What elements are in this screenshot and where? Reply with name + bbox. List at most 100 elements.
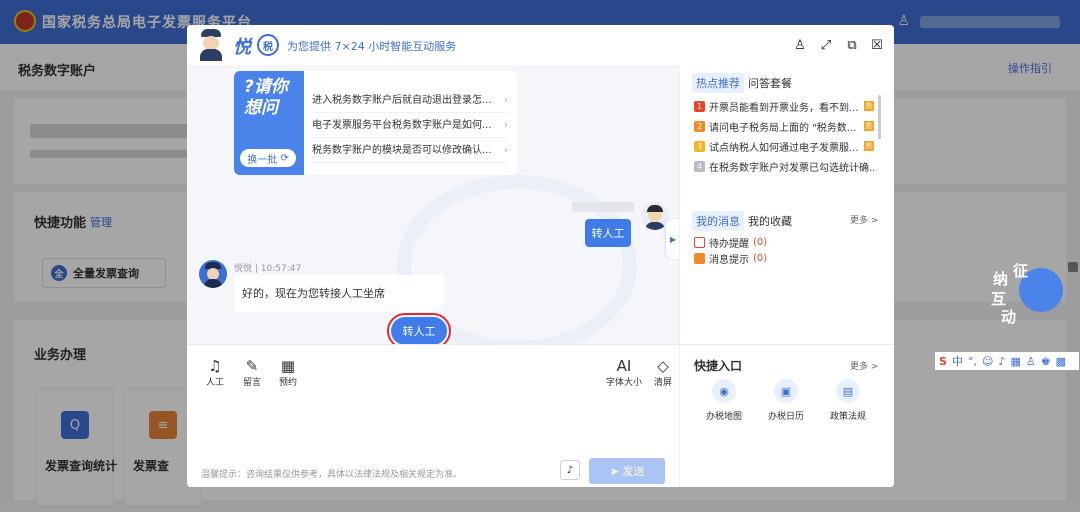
expand-icon[interactable]: ⤢ xyxy=(817,36,835,54)
floating-assistant[interactable]: 征 纳 互 动 xyxy=(985,258,1065,328)
hot-badge-icon: 热 xyxy=(864,121,874,131)
hot-item[interactable]: 3 试点纳税人如何通过电子发票服... 热 xyxy=(694,137,874,155)
quick-entry-map[interactable]: ◉ 办税地图 xyxy=(696,379,752,422)
chevron-right-icon: › xyxy=(504,95,508,106)
quick-entry-policy[interactable]: ▤ 政策法规 xyxy=(820,379,876,422)
brand-name: 悦 xyxy=(233,37,251,58)
hot-item[interactable]: 2 请问电子税务局上面的 "税务数... 热 xyxy=(694,117,874,135)
hot-badge-icon: 热 xyxy=(864,141,874,151)
quick-entry-label: 办税地图 xyxy=(705,412,742,422)
ime-keyboard-icon[interactable]: ▦ xyxy=(1010,355,1020,368)
welcome-big-text: ?请你想问 xyxy=(244,77,288,118)
brand-badge: 税 xyxy=(257,34,279,56)
tab-qa-package[interactable]: 问答套餐 xyxy=(744,73,796,93)
modal-header: 悦 税 为您提供 7×24 小时智能互动服务 ♙ ⤢ ⧉ ☒ xyxy=(187,25,894,65)
quick-entry-title: 快捷入口 xyxy=(694,359,743,373)
hot-text: 开票员能看到开票业务，看不到... xyxy=(709,102,859,114)
bot-meta: 悦悦 | 10:57:47 xyxy=(234,264,302,274)
ime-voice-icon[interactable]: ♪ xyxy=(998,355,1005,368)
notice-icon xyxy=(694,253,705,264)
tool-label: 预约 xyxy=(278,378,297,388)
calendar-icon: ▦ xyxy=(280,357,296,375)
quick-more-link[interactable]: 更多 > xyxy=(850,359,878,372)
float-char: 动 xyxy=(1001,308,1017,326)
question-text: 进入税务数字账户后就自动退出登录怎... xyxy=(312,95,492,106)
hot-text: 请问电子税务局上面的 "税务数... xyxy=(709,122,857,134)
quick-entry-label: 政策法规 xyxy=(829,412,866,422)
tool-label: 字体大小 xyxy=(605,378,642,388)
msg-count: (0) xyxy=(753,237,768,248)
msg-notice[interactable]: 消息提示 (0) xyxy=(694,251,767,266)
ime-toolbar[interactable]: S 中 °, ☺ ♪ ▦ ♙ ♚ ▩ xyxy=(935,352,1079,370)
msg-todo[interactable]: 待办提醒 (0) xyxy=(694,235,767,250)
sidebar-scrollbar[interactable] xyxy=(878,95,881,139)
refresh-label: 换一批 xyxy=(247,154,278,166)
collapse-sidebar-button[interactable]: ▶ xyxy=(666,219,680,259)
chat-area: ?请你想问 换一批 ⟳ 进入税务数字账户后就自动退出登录怎... › 电子发票服务… xyxy=(187,65,679,344)
question-text: 税务数字账户的模块是否可以修改确认... xyxy=(312,145,492,156)
input-area[interactable]: ♫ 人工 ✎ 留言 ▦ 预约 AI 字体大小 ◇ 清屏 温馨提示：咨询结果仅供参… xyxy=(187,344,679,487)
quick-entry-panel: 快捷入口 更多 > ◉ 办税地图 ▣ 办税日历 ▤ 政策法规 xyxy=(679,344,894,487)
ime-menu-icon[interactable]: ▩ xyxy=(1056,355,1066,368)
tool-message[interactable]: ✎ 留言 xyxy=(238,357,266,388)
microphone-icon[interactable]: ♪ xyxy=(560,460,580,480)
welcome-question[interactable]: 进入税务数字账户后就自动退出登录怎... › xyxy=(312,89,508,113)
bot-message: 好的，现在为您转接人工坐席 xyxy=(234,275,444,312)
export-icon[interactable]: ⧉ xyxy=(843,36,861,54)
hot-text: 在税务数字账户对发票已勾选统计确... xyxy=(709,162,874,174)
user-message: 转人工 xyxy=(585,219,631,247)
disclaimer: 温馨提示：咨询结果仅供参考，具体以法律法规及相关规定为准。 xyxy=(201,470,463,480)
person-icon[interactable]: ♙ xyxy=(791,36,809,54)
close-icon[interactable]: ☒ xyxy=(868,36,886,54)
page-scroll-arrow[interactable] xyxy=(1068,262,1078,272)
welcome-banner: ?请你想问 换一批 ⟳ xyxy=(234,71,304,175)
transfer-human-button[interactable]: 转人工 xyxy=(387,313,451,344)
note-icon: ✎ xyxy=(245,357,259,375)
tab-my-messages[interactable]: 我的消息 xyxy=(692,211,744,231)
welcome-question[interactable]: 电子发票服务平台税务数字账户是如何... › xyxy=(312,114,508,138)
hot-rank: 2 xyxy=(694,120,705,132)
hot-rank: 3 xyxy=(694,140,705,152)
bot-avatar xyxy=(199,260,227,288)
chevron-right-icon: › xyxy=(504,120,508,131)
ime-logo-icon[interactable]: S xyxy=(939,355,947,368)
ime-user-icon[interactable]: ♙ xyxy=(1026,355,1036,368)
hot-text: 试点纳税人如何通过电子发票服... xyxy=(709,142,859,154)
ime-emoji-icon[interactable]: ☺ xyxy=(982,355,993,368)
user-avatar xyxy=(641,202,669,230)
modal-subtitle: 为您提供 7×24 小时智能互动服务 xyxy=(287,40,457,53)
font-size-icon: AI xyxy=(616,357,632,375)
policy-icon: ▤ xyxy=(836,379,860,403)
welcome-question[interactable]: 税务数字账户的模块是否可以修改确认... › xyxy=(312,139,508,163)
msg-label: 消息提示 xyxy=(709,255,749,266)
more-link[interactable]: 更多 > xyxy=(850,213,878,226)
tool-label: 清屏 xyxy=(653,378,672,388)
eraser-icon: ◇ xyxy=(657,357,669,375)
tool-human[interactable]: ♫ 人工 xyxy=(201,357,229,388)
hot-item[interactable]: 4 在税务数字账户对发票已勾选统计确... xyxy=(694,157,874,175)
ime-lang[interactable]: 中 xyxy=(952,353,963,369)
tool-label: 留言 xyxy=(242,378,261,388)
quick-entry-label: 办税日历 xyxy=(767,412,804,422)
hot-item[interactable]: 1 开票员能看到开票业务，看不到... 热 xyxy=(694,97,874,115)
tool-label: 人工 xyxy=(205,378,224,388)
welcome-card: ?请你想问 换一批 ⟳ 进入税务数字账户后就自动退出登录怎... › 电子发票服务… xyxy=(234,71,517,175)
tool-appointment[interactable]: ▦ 预约 xyxy=(274,357,302,388)
user-name-blurred xyxy=(572,202,634,212)
ime-skin-icon[interactable]: ♚ xyxy=(1041,355,1051,368)
hot-badge-icon: 热 xyxy=(864,101,874,111)
msg-label: 待办提醒 xyxy=(709,239,749,250)
tab-hot[interactable]: 热点推荐 xyxy=(692,73,744,93)
refresh-button[interactable]: 换一批 ⟳ xyxy=(240,149,296,167)
question-text: 电子发票服务平台税务数字账户是如何... xyxy=(312,120,492,131)
send-button[interactable]: ➤ 发送 xyxy=(589,458,665,484)
float-char: 纳 xyxy=(993,270,1009,288)
ime-punct[interactable]: °, xyxy=(968,355,977,368)
tool-font-size[interactable]: AI 字体大小 xyxy=(605,357,643,388)
tool-clear[interactable]: ◇ 清屏 xyxy=(649,357,677,388)
quick-entry-calendar[interactable]: ▣ 办税日历 xyxy=(758,379,814,422)
sidebar: 热点推荐 问答套餐 1 开票员能看到开票业务，看不到... 热 2 请问电子税务… xyxy=(679,65,894,344)
chevron-right-icon: › xyxy=(504,145,508,156)
msg-count: (0) xyxy=(753,253,768,264)
tab-my-favorites[interactable]: 我的收藏 xyxy=(744,211,796,231)
